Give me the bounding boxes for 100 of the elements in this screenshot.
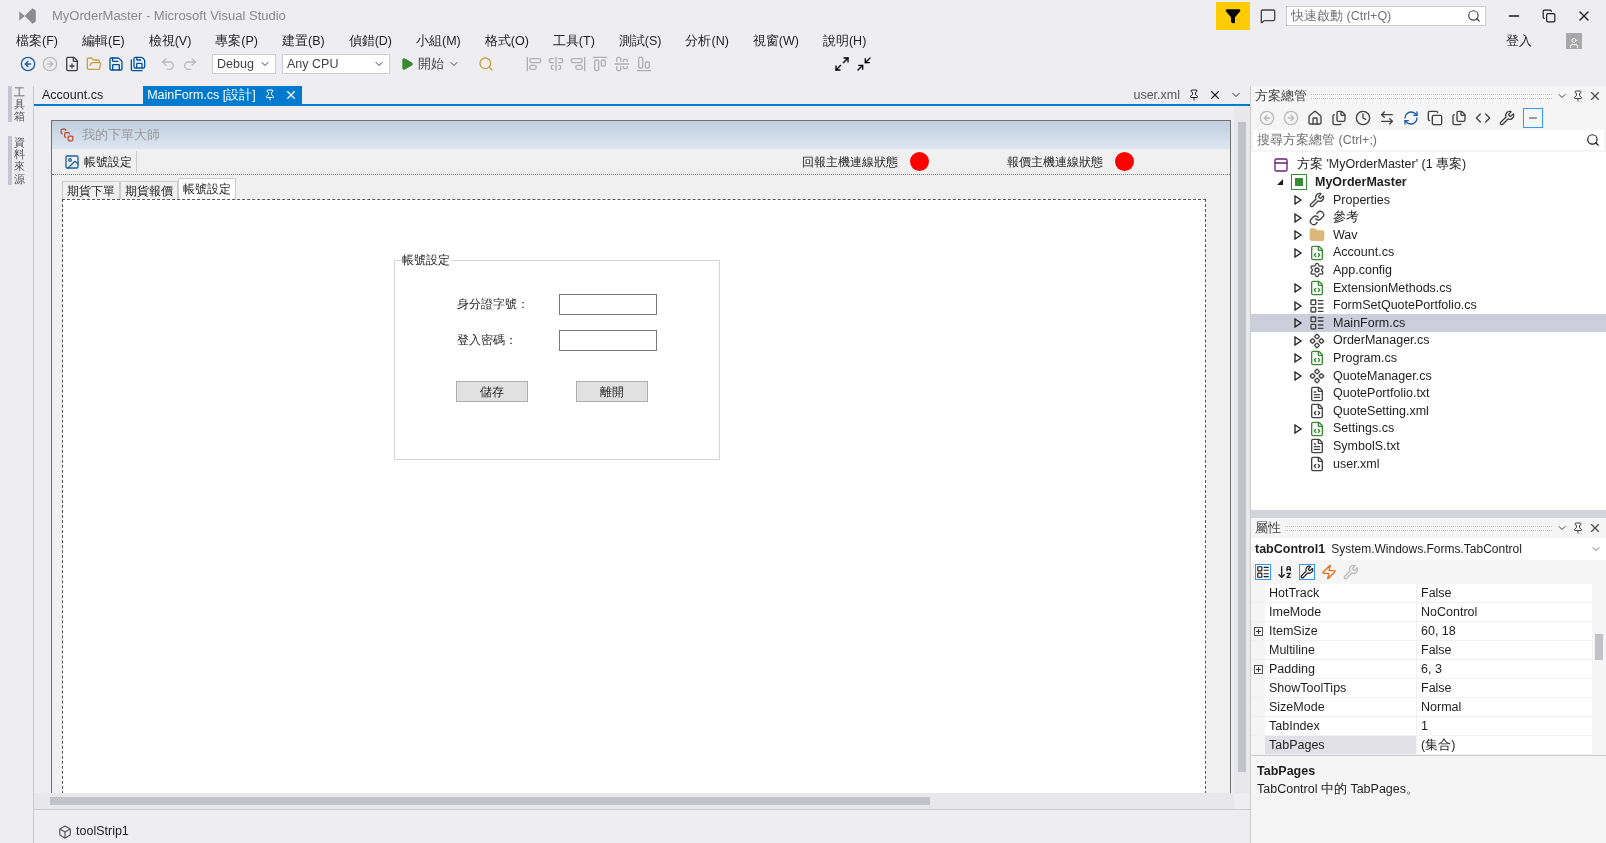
form-tab[interactable]: 期貨下單 (62, 181, 120, 199)
form-tab[interactable]: 帳號設定 (178, 178, 236, 199)
tree-item[interactable]: 參考 (1251, 208, 1606, 227)
tree-item[interactable]: ExtensionMethods.cs (1251, 279, 1606, 297)
pin-icon[interactable] (1572, 522, 1584, 534)
menu-item[interactable]: 編輯(E) (75, 31, 131, 51)
switch-views-icon[interactable] (1331, 110, 1347, 126)
notification-button[interactable] (1216, 2, 1250, 30)
tree-item[interactable]: Properties (1251, 191, 1606, 209)
menu-item[interactable]: 說明(H) (816, 31, 873, 51)
close-icon[interactable] (1208, 88, 1222, 102)
close-icon[interactable] (1588, 89, 1602, 103)
tree-item[interactable]: OrderManager.cs (1251, 331, 1606, 350)
collapse-all-icon[interactable] (1427, 110, 1443, 126)
menu-item[interactable]: 檔案(F) (10, 31, 64, 51)
expanded-arrow-icon[interactable] (1275, 177, 1285, 188)
collapsed-arrow-icon[interactable] (1293, 212, 1303, 223)
tree-item[interactable]: QuotePortfolio.txt (1251, 384, 1606, 403)
preview-tab[interactable]: user.xml (1133, 85, 1180, 105)
new-project-icon[interactable] (64, 56, 80, 72)
property-row[interactable]: ImeMode NoControl (1251, 603, 1592, 622)
property-row[interactable]: ItemSize 60, 18 (1251, 622, 1592, 641)
tree-item[interactable]: App.config (1251, 261, 1606, 280)
refresh-icon[interactable] (1403, 110, 1419, 126)
menu-item[interactable]: 專案(P) (209, 31, 264, 51)
form-button[interactable]: 儲存 (456, 381, 528, 402)
menu-item[interactable]: 檢視(V) (142, 31, 198, 51)
save-all-icon[interactable] (130, 56, 146, 72)
component-label[interactable]: toolStrip1 (76, 822, 129, 841)
property-row[interactable]: Padding 6, 3 (1251, 660, 1592, 679)
side-tab[interactable]: 資料來源 (8, 136, 25, 185)
collapsed-arrow-icon[interactable] (1293, 335, 1303, 346)
categorized-icon[interactable] (1255, 564, 1271, 580)
preview-toggle[interactable] (1523, 108, 1543, 128)
start-button[interactable]: 開始 (396, 54, 464, 74)
tree-item[interactable]: MainForm.cs (1251, 314, 1606, 332)
tree-item[interactable]: FormSetQuotePortfolio.cs (1251, 296, 1606, 315)
menu-item[interactable]: 格式(O) (478, 31, 535, 51)
collapsed-arrow-icon[interactable] (1293, 282, 1303, 293)
save-icon[interactable] (108, 56, 124, 72)
sign-in-link[interactable]: 登入 (1506, 31, 1532, 51)
property-row[interactable]: ShowToolTips False (1251, 679, 1592, 698)
sort-alphabetical-icon[interactable] (1277, 564, 1293, 580)
restore-icon[interactable] (1542, 9, 1556, 23)
bring-front-icon[interactable] (834, 56, 850, 72)
tree-item[interactable]: QuoteManager.cs (1251, 367, 1606, 385)
menu-item[interactable]: 建置(B) (276, 31, 331, 51)
form-tab[interactable]: 期貨報價 (120, 181, 178, 199)
platform-dropdown[interactable]: Any CPU (282, 54, 390, 74)
properties-icon[interactable] (1299, 564, 1315, 580)
show-all-files-icon[interactable] (1451, 110, 1467, 126)
menu-item[interactable]: 工具(T) (546, 31, 601, 51)
send-back-icon[interactable] (856, 56, 872, 72)
view-code-icon[interactable] (1475, 110, 1491, 126)
collapsed-arrow-icon[interactable] (1293, 300, 1303, 311)
collapsed-arrow-icon[interactable] (1293, 247, 1303, 258)
account-settings-button[interactable]: 帳號設定 (60, 150, 137, 173)
tree-item[interactable]: MyOrderMaster (1251, 173, 1606, 192)
feedback-icon[interactable] (1260, 8, 1276, 24)
object-selector[interactable]: tabControl1 System.Windows.Forms.TabControl (1251, 538, 1606, 560)
form-button[interactable]: 離開 (576, 381, 648, 402)
side-tab[interactable]: 工具箱 (8, 86, 25, 123)
menu-item[interactable]: 小組(M) (410, 31, 467, 51)
collapsed-arrow-icon[interactable] (1293, 318, 1303, 329)
expand-icon[interactable] (1253, 626, 1263, 636)
menu-item[interactable]: 視窗(W) (746, 31, 805, 51)
properties-icon[interactable] (1499, 110, 1515, 126)
tree-item[interactable]: SymbolS.txt (1251, 437, 1606, 456)
tree-item[interactable]: 方案 'MyOrderMaster' (1 專案) (1251, 156, 1606, 174)
collapsed-arrow-icon[interactable] (1293, 423, 1303, 434)
tree-item[interactable]: Account.cs (1251, 243, 1606, 262)
properties-scrollbar[interactable] (1592, 584, 1606, 755)
configuration-dropdown[interactable]: Debug (212, 54, 276, 74)
quick-launch-field[interactable]: 快速啟動 (Ctrl+Q) (1286, 6, 1486, 26)
horizontal-scrollbar[interactable] (34, 793, 1234, 809)
menu-item[interactable]: 測試(S) (612, 31, 668, 51)
property-row[interactable]: SizeMode Normal (1251, 698, 1592, 717)
tree-item[interactable]: user.xml (1251, 455, 1606, 473)
text-field[interactable] (559, 329, 657, 351)
tree-item[interactable]: Program.cs (1251, 349, 1606, 368)
pin-icon[interactable] (1572, 90, 1584, 102)
vertical-scrollbar[interactable] (1234, 106, 1250, 793)
collapsed-arrow-icon[interactable] (1293, 353, 1303, 364)
collapsed-arrow-icon[interactable] (1293, 195, 1303, 205)
close-icon[interactable] (1588, 521, 1602, 535)
home-icon[interactable] (1307, 110, 1323, 126)
pin-icon[interactable] (1188, 89, 1200, 101)
tree-item[interactable]: Wav (1251, 226, 1606, 244)
expand-icon[interactable] (1253, 664, 1263, 674)
collapsed-arrow-icon[interactable] (1293, 370, 1303, 381)
back-icon[interactable] (20, 56, 36, 72)
menu-item[interactable]: 偵錯(D) (342, 31, 398, 51)
text-field[interactable] (559, 293, 657, 315)
menu-item[interactable]: 分析(N) (679, 31, 735, 51)
pending-changes-icon[interactable] (1355, 110, 1371, 126)
events-icon[interactable] (1321, 564, 1337, 580)
tree-item[interactable]: QuoteSetting.xml (1251, 402, 1606, 420)
property-row[interactable]: Multiline False (1251, 641, 1592, 660)
property-row[interactable]: HotTrack False (1251, 584, 1592, 603)
collapsed-arrow-icon[interactable] (1293, 230, 1303, 241)
